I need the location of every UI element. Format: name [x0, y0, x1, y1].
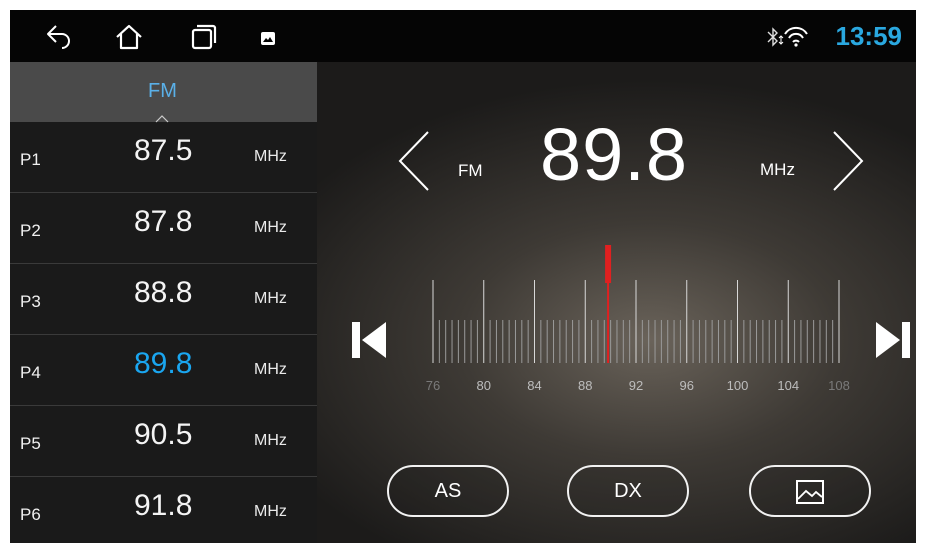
- skip-next-icon[interactable]: [872, 318, 912, 362]
- preset-unit: MHz: [254, 148, 287, 165]
- preset-id: P5: [20, 434, 41, 453]
- scale-label: 76: [426, 378, 440, 393]
- preset-frequency: 91.8: [134, 489, 193, 522]
- status-bar: 13:59: [10, 10, 916, 62]
- band-tab-fm[interactable]: FM: [10, 62, 317, 123]
- chevron-left-icon[interactable]: [394, 128, 434, 194]
- preset-id: P3: [20, 292, 41, 311]
- preset-id: P1: [20, 150, 41, 169]
- band-label: FM: [458, 161, 483, 180]
- preset-item-p2[interactable]: P2 87.8 MHz: [10, 193, 317, 264]
- scale-label: 104: [777, 378, 799, 393]
- tuner-needle[interactable]: [605, 245, 612, 283]
- preset-item-p6[interactable]: P6 91.8 MHz: [10, 477, 317, 543]
- preset-item-p5[interactable]: P5 90.5 MHz: [10, 406, 317, 477]
- preset-unit: MHz: [254, 290, 287, 307]
- dx-button[interactable]: DX: [567, 465, 689, 517]
- clock: 13:59: [835, 21, 903, 51]
- preset-unit: MHz: [254, 219, 287, 236]
- back-icon[interactable]: [42, 22, 72, 52]
- preset-frequency: 89.8: [134, 347, 193, 380]
- preset-frequency: 87.8: [134, 205, 193, 238]
- band-tab-label: FM: [148, 80, 177, 102]
- preset-frequency: 90.5: [134, 418, 193, 451]
- preset-id: P2: [20, 221, 41, 240]
- scale-label: 92: [629, 378, 643, 393]
- status-icons: [767, 27, 808, 47]
- scale-label: 88: [578, 378, 592, 393]
- preset-unit: MHz: [254, 361, 287, 378]
- preset-item-p3[interactable]: P3 88.8 MHz: [10, 264, 317, 335]
- gallery-icon[interactable]: [254, 22, 284, 52]
- background-image-button[interactable]: [749, 465, 871, 517]
- scale-label: 84: [527, 378, 541, 393]
- scale-label: 100: [727, 378, 749, 393]
- tuner-scale[interactable]: 76 80 84 88 92 96 100 104 108: [415, 235, 855, 410]
- frequency-display: 89.8: [540, 113, 689, 196]
- chevron-right-icon[interactable]: [828, 128, 868, 194]
- image-icon: [796, 480, 824, 504]
- bluetooth-icon: [767, 27, 778, 47]
- home-icon[interactable]: [114, 22, 144, 52]
- preset-unit: MHz: [254, 503, 287, 520]
- preset-item-p4[interactable]: P4 89.8 MHz: [10, 335, 317, 406]
- scale-label: 96: [680, 378, 694, 393]
- preset-frequency: 87.5: [134, 134, 193, 167]
- wifi-icon: [778, 27, 808, 47]
- skip-previous-icon[interactable]: [350, 318, 390, 362]
- preset-list: FM P1 87.5 MHz P2 87.8 MHz P3 88.8 MHz P4 89.8 MHz P…: [10, 62, 317, 543]
- preset-unit: MHz: [254, 432, 287, 449]
- preset-item-p1[interactable]: P1 87.5 MHz: [10, 122, 317, 193]
- radio-screen: 13:59 FM P1 87.5 MHz P2 87.8 MHz P3 88.8 MHz P4 89…: [10, 10, 916, 543]
- preset-id: P4: [20, 363, 41, 382]
- unit-label: MHz: [760, 160, 795, 179]
- preset-frequency: 88.8: [134, 276, 193, 309]
- preset-id: P6: [20, 505, 41, 524]
- scale-label: 108: [828, 378, 850, 393]
- scale-label: 80: [477, 378, 491, 393]
- recent-apps-icon[interactable]: [188, 22, 218, 52]
- auto-search-button[interactable]: AS: [387, 465, 509, 517]
